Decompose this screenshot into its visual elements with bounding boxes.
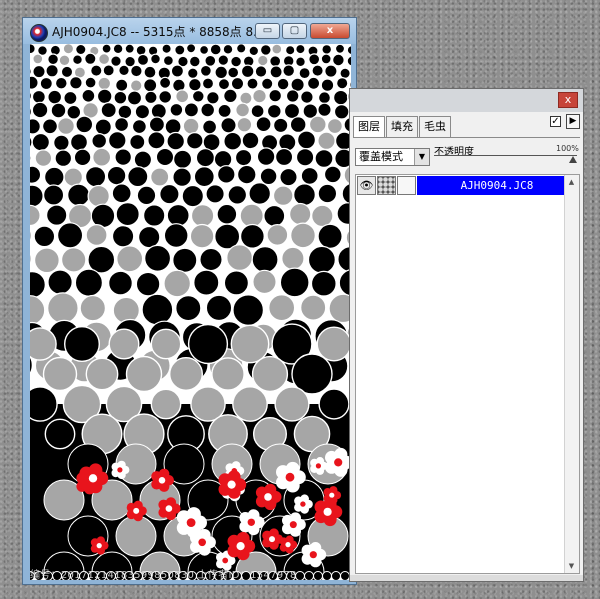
opacity-value: 100% <box>556 144 579 153</box>
layer-row[interactable]: 👁 AJH0904.JC8 <box>356 175 579 197</box>
eye-icon[interactable]: 👁 <box>357 176 376 195</box>
layer-list-scrollbar[interactable]: ▲ ▼ <box>564 175 579 573</box>
tab-divider <box>353 137 580 138</box>
panel-close-button[interactable]: x <box>558 92 578 108</box>
app-logo-icon <box>30 24 48 42</box>
panel-tabs: 图层 填充 毛虫 <box>353 116 452 138</box>
blend-mode-value: 覆盖模式 <box>359 150 403 163</box>
maximize-button[interactable]: ▢ <box>282 23 307 39</box>
layer-list[interactable]: 👁 AJH0904.JC8 ▲ ▼ <box>355 174 580 574</box>
image-window-title: AJH0904.JC8 -- 5315点 * 8858点 8... <box>52 25 265 39</box>
opacity-slider-track[interactable] <box>434 155 577 162</box>
layer-name[interactable]: AJH0904.JC8 <box>417 176 577 195</box>
scroll-up-icon[interactable]: ▲ <box>565 175 578 189</box>
minimize-button[interactable]: ▭ <box>255 23 280 39</box>
panel-option-checkbox[interactable]: ✓ <box>550 116 561 127</box>
blend-mode-select[interactable]: 覆盖模式 ▼ <box>355 148 430 166</box>
panel-menu-arrow-icon[interactable]: ▶ <box>566 114 580 129</box>
tab-fill[interactable]: 填充 <box>386 116 418 138</box>
opacity-slider-thumb[interactable] <box>569 156 577 163</box>
tab-layers[interactable]: 图层 <box>353 116 385 138</box>
layer-mask-thumbnail <box>397 176 416 195</box>
chevron-down-icon[interactable]: ▼ <box>414 149 429 165</box>
panel-titlebar[interactable]: x <box>350 89 583 112</box>
panel-footer <box>350 575 583 581</box>
scroll-down-icon[interactable]: ▼ <box>565 559 578 573</box>
close-button[interactable]: x <box>310 23 350 39</box>
layers-panel[interactable]: x 图层 填充 毛虫 ✓ ▶ 覆盖模式 ▼ 不透明度 100% 👁 AJH090… <box>349 88 584 582</box>
layer-thumbnail <box>377 176 396 195</box>
image-window-titlebar[interactable]: AJH0904.JC8 -- 5315点 * 8858点 8... ▭ ▢ x <box>23 18 356 44</box>
tab-caterpillar[interactable]: 毛虫 <box>419 116 451 138</box>
pattern-canvas[interactable] <box>30 44 351 580</box>
image-window[interactable]: AJH0904.JC8 -- 5315点 * 8858点 8... ▭ ▢ x <box>22 17 357 585</box>
pattern-artwork <box>30 44 351 580</box>
watermark-text: 编号：20171214183599850830 上传者ID：1547978 <box>30 570 297 581</box>
